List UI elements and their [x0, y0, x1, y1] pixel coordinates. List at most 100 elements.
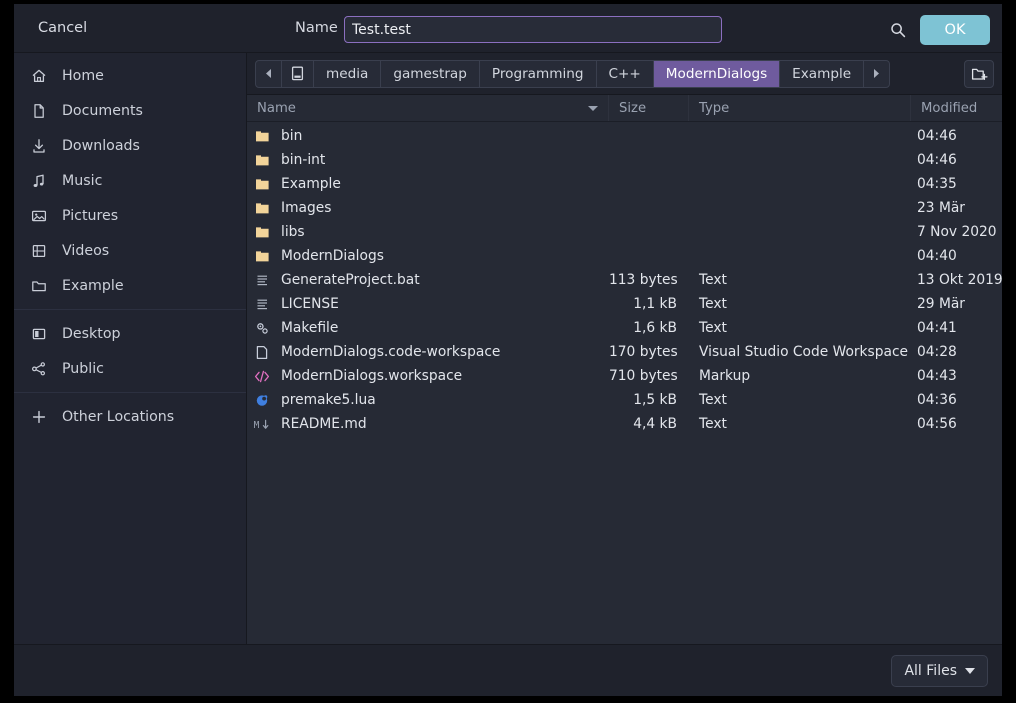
file-name-label: Example: [281, 176, 341, 192]
sidebar-item-example[interactable]: Example: [14, 268, 246, 303]
drive-icon[interactable]: [282, 60, 314, 87]
home-icon: [28, 67, 49, 85]
column-header-name-label: Name: [257, 100, 296, 116]
file-name-cell: GenerateProject.bat: [247, 272, 609, 288]
file-row[interactable]: Example 04:35: [247, 172, 1002, 196]
search-icon[interactable]: [886, 18, 910, 42]
file-modified-cell: 04:28: [917, 344, 957, 360]
column-header-size[interactable]: Size: [609, 95, 689, 121]
folder-icon: [251, 128, 273, 144]
document-icon: [28, 102, 49, 120]
file-row[interactable]: premake5.lua 1,5 kB Text 04:36: [247, 388, 1002, 412]
column-header-name[interactable]: Name: [247, 95, 609, 121]
ok-button[interactable]: OK: [920, 15, 990, 45]
file-modified-cell: 04:46: [917, 128, 957, 144]
music-note-icon: [28, 172, 49, 190]
file-name-label: libs: [281, 224, 305, 240]
sidebar-item-desktop[interactable]: Desktop: [14, 316, 246, 351]
file-name-cell: M README.md: [247, 416, 609, 432]
dialog-header-bar: Cancel Name OK: [14, 4, 1002, 53]
breadcrumb-item-cpp[interactable]: C++: [597, 60, 654, 87]
file-name-cell: bin-int: [247, 152, 609, 168]
sidebar-item-music[interactable]: Music: [14, 163, 246, 198]
breadcrumb-item-example[interactable]: Example: [780, 60, 865, 87]
markdown-icon: M: [251, 416, 273, 432]
share-network-icon: [28, 360, 49, 378]
sidebar-item-videos[interactable]: Videos: [14, 233, 246, 268]
file-row[interactable]: bin 04:46: [247, 124, 1002, 148]
sidebar-item-label: Videos: [62, 242, 110, 259]
breadcrumb-item-gamestrap[interactable]: gamestrap: [381, 60, 480, 87]
file-name-cell: Images: [247, 200, 609, 216]
file-name-cell: libs: [247, 224, 609, 240]
file-modified-cell: 04:41: [917, 320, 957, 336]
file-row[interactable]: Makefile 1,6 kB Text 04:41: [247, 316, 1002, 340]
path-bar: media gamestrap Programming C++ ModernDi…: [247, 53, 1002, 95]
file-modified-cell: 04:56: [917, 416, 957, 432]
sidebar-item-downloads[interactable]: Downloads: [14, 128, 246, 163]
file-type-cell: Text: [699, 392, 727, 408]
file-row[interactable]: LICENSE 1,1 kB Text 29 Mär: [247, 292, 1002, 316]
monitor-icon: [28, 325, 49, 343]
file-modified-cell: 04:46: [917, 152, 957, 168]
column-headers: Name Size Type Modified: [247, 95, 1002, 122]
file-name-label: README.md: [281, 416, 367, 432]
file-modified-cell: 04:36: [917, 392, 957, 408]
sidebar-item-documents[interactable]: Documents: [14, 93, 246, 128]
file-row[interactable]: Images 23 Mär: [247, 196, 1002, 220]
file-name-cell: ModernDialogs: [247, 248, 609, 264]
file-modified-cell: 23 Mär: [917, 200, 965, 216]
text-file-icon: [251, 272, 273, 288]
file-row[interactable]: GenerateProject.bat 113 bytes Text 13 Okt 2…: [247, 268, 1002, 292]
file-size-cell: 113 bytes: [609, 272, 678, 288]
markup-code-icon: [251, 368, 273, 384]
sidebar-item-home[interactable]: Home: [14, 58, 246, 93]
new-folder-icon[interactable]: [964, 59, 994, 88]
filename-input[interactable]: [344, 16, 722, 43]
file-size-cell: 1,1 kB: [633, 296, 677, 312]
file-name-cell: Makefile: [247, 320, 609, 336]
file-list[interactable]: bin 04:46 bin-int 04:46 Example 04:35 Images 23…: [247, 122, 1002, 644]
file-name-cell: premake5.lua: [247, 392, 609, 408]
sidebar-divider: [14, 309, 246, 310]
chevron-left-icon[interactable]: [256, 60, 282, 87]
file-modified-cell: 04:40: [917, 248, 957, 264]
file-name-label: ModernDialogs.workspace: [281, 368, 463, 384]
sidebar-item-label: Home: [62, 67, 104, 84]
file-modified-cell: 7 Nov 2020: [917, 224, 997, 240]
sidebar-item-label: Downloads: [62, 137, 140, 154]
file-name-cell: bin: [247, 128, 609, 144]
file-row[interactable]: M README.md 4,4 kB Text 04:56: [247, 412, 1002, 436]
column-header-type[interactable]: Type: [689, 95, 911, 121]
breadcrumb-item-programming[interactable]: Programming: [480, 60, 597, 87]
file-row[interactable]: bin-int 04:46: [247, 148, 1002, 172]
sidebar-item-other-locations[interactable]: Other Locations: [14, 399, 246, 434]
file-name-label: bin-int: [281, 152, 326, 168]
file-type-cell: Text: [699, 416, 727, 432]
file-name-cell: LICENSE: [247, 296, 609, 312]
file-row[interactable]: ModernDialogs.code-workspace 170 bytes Vis…: [247, 340, 1002, 364]
file-row[interactable]: ModernDialogs.workspace 710 bytes Markup 04…: [247, 364, 1002, 388]
file-name-label: premake5.lua: [281, 392, 376, 408]
breadcrumb-item-moderndialogs[interactable]: ModernDialogs: [653, 60, 781, 87]
svg-text:M: M: [254, 420, 260, 431]
folder-icon: [251, 224, 273, 240]
file-filter-dropdown[interactable]: All Files: [891, 654, 988, 687]
column-header-modified[interactable]: Modified: [911, 95, 1002, 121]
file-size-cell: 1,5 kB: [633, 392, 677, 408]
sidebar-item-public[interactable]: Public: [14, 351, 246, 386]
file-type-cell: Text: [699, 272, 727, 288]
cancel-button[interactable]: Cancel: [28, 14, 97, 42]
sidebar-item-pictures[interactable]: Pictures: [14, 198, 246, 233]
sidebar-item-label: Desktop: [62, 325, 121, 342]
file-filter-label: All Files: [904, 662, 957, 679]
sidebar-item-label: Documents: [62, 102, 143, 119]
file-name-label: Makefile: [281, 320, 339, 336]
sort-descending-icon: [588, 105, 598, 111]
file-row[interactable]: libs 7 Nov 2020: [247, 220, 1002, 244]
chevron-right-icon[interactable]: [864, 61, 889, 87]
plus-icon: [28, 408, 49, 426]
breadcrumb-item-media[interactable]: media: [314, 60, 382, 87]
file-row[interactable]: ModernDialogs 04:40: [247, 244, 1002, 268]
file-modified-cell: 13 Okt 2019: [917, 272, 1002, 288]
